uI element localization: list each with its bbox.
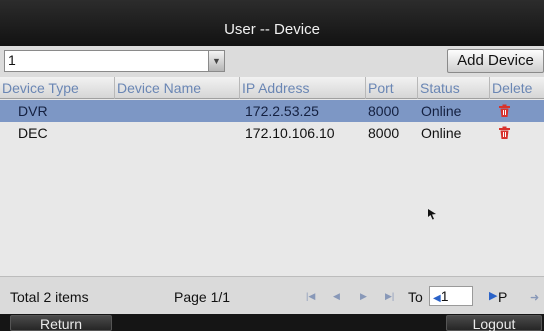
go-icon[interactable]: ➜ [530,291,539,304]
prev-page-icon[interactable]: ◀ [333,291,340,302]
decrement-icon[interactable]: ◀ [433,293,441,304]
col-device-name[interactable]: Device Name [115,77,240,99]
user-device-window: User -- Device 1 ▼ Add Device Device Typ… [0,0,544,331]
device-table: Device Type Device Name IP Address Port … [0,77,544,276]
goto-label: To [408,289,423,305]
table-row[interactable]: DVR 172.2.53.25 8000 Online [0,100,544,122]
col-status[interactable]: Status [418,77,490,99]
page-indicator: Page 1/1 [174,289,231,305]
col-device-type[interactable]: Device Type [0,77,115,99]
col-delete[interactable]: Delete [490,77,544,99]
pagination-bar: Total 2 items Page 1/1 |◀ ◀ ▶ ▶| To ◀1 ▶… [0,276,544,314]
logout-button[interactable]: Logout [446,315,542,331]
user-select[interactable]: 1 ▼ [4,50,225,72]
cell-status: Online [421,125,462,141]
cell-status: Online [421,103,462,119]
table-row[interactable]: DEC 172.10.106.10 8000 Online [0,122,544,144]
cell-port: 8000 [368,125,400,141]
chevron-down-icon[interactable]: ▼ [208,51,224,71]
title-bar: User -- Device [0,0,544,46]
bottom-bar: Return Logout [0,314,544,331]
mouse-cursor-icon [428,209,436,220]
cell-device-type: DVR [18,103,48,119]
user-select-value: 1 [8,52,16,68]
goto-page-input[interactable]: ◀1 [429,286,473,306]
cell-port: 8000 [368,103,400,119]
cell-ip-address: 172.10.106.10 [245,125,335,141]
total-items: Total 2 items [10,289,89,305]
cell-device-type: DEC [18,125,48,141]
return-button[interactable]: Return [10,315,112,331]
toolbar: 1 ▼ Add Device [0,46,544,77]
col-port[interactable]: Port [366,77,418,99]
add-device-button[interactable]: Add Device [447,49,544,73]
col-ip-address[interactable]: IP Address [240,77,366,99]
increment-icon[interactable]: ▶ [489,289,497,302]
window-title: User -- Device [224,21,320,38]
cell-ip-address: 172.2.53.25 [245,103,319,119]
goto-page-value: 1 [440,288,449,304]
page-suffix: P [498,289,508,305]
trash-icon[interactable] [498,104,511,118]
trash-icon[interactable] [498,126,511,140]
next-page-icon[interactable]: ▶ [360,291,367,302]
last-page-icon[interactable]: ▶| [385,291,394,302]
first-page-icon[interactable]: |◀ [306,291,315,302]
table-header: Device Type Device Name IP Address Port … [0,77,544,99]
